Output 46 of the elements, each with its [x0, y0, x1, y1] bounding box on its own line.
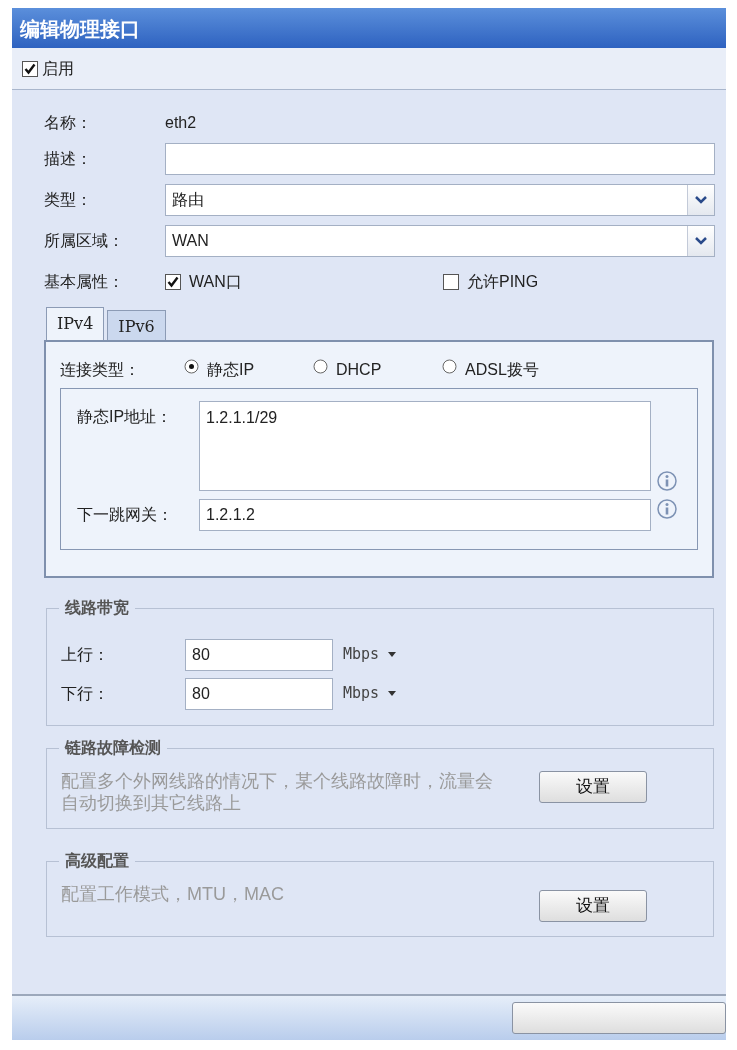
- info-icon[interactable]: [657, 471, 677, 491]
- footer-button[interactable]: [512, 1002, 726, 1034]
- window-title: 编辑物理接口: [12, 8, 726, 48]
- description-text: 配置工作模式，MTU，MAC: [61, 884, 285, 906]
- radio-label: DHCP: [336, 360, 382, 380]
- field-label: 静态IP地址：: [77, 407, 174, 427]
- checkbox[interactable]: [22, 60, 38, 77]
- unit-dropdown[interactable]: Mbps: [343, 682, 397, 705]
- field-label: 下一跳网关：: [77, 505, 174, 525]
- unit-dropdown[interactable]: Mbps: [343, 643, 397, 666]
- caret-icon: [388, 652, 397, 658]
- info-icon[interactable]: [657, 499, 677, 519]
- checkbox[interactable]: [443, 273, 459, 290]
- settings-button[interactable]: 设置: [539, 890, 647, 923]
- input-field[interactable]: 80: [185, 677, 333, 710]
- field-label: 描述：: [44, 148, 93, 169]
- field-label: 上行：: [61, 644, 110, 665]
- field-label: 连接类型：: [60, 360, 141, 380]
- text-area[interactable]: 1.2.1.1/29: [199, 401, 651, 491]
- dropdown[interactable]: 路由: [165, 183, 715, 216]
- chevron-down-icon: [695, 195, 707, 204]
- input-field[interactable]: [165, 142, 715, 175]
- description-text: 配置多个外网线路的情况下，某个线路故障时，流量会自动切换到其它线路上: [61, 771, 494, 815]
- dropdown[interactable]: WAN: [165, 224, 715, 257]
- field-value: eth2: [165, 113, 197, 133]
- checkbox[interactable]: [165, 273, 181, 290]
- radio-label: ADSL拨号: [465, 360, 539, 380]
- input-field[interactable]: 1.2.1.2: [199, 499, 651, 531]
- checkbox-label: 启用: [42, 58, 74, 79]
- radio-button[interactable]: [313, 358, 328, 374]
- caret-icon: [388, 691, 397, 697]
- tab[interactable]: IPv4: [46, 307, 105, 340]
- checkbox-label: WAN口: [189, 271, 242, 292]
- radio-label: 静态IP: [207, 360, 255, 380]
- field-label: 类型：: [44, 189, 93, 210]
- radio-button[interactable]: [184, 358, 199, 374]
- field-label: 下行：: [61, 683, 110, 704]
- field-label: 基本属性：: [44, 271, 125, 292]
- chevron-down-icon: [695, 236, 707, 245]
- radio-button[interactable]: [442, 358, 457, 374]
- field-label: 所属区域：: [44, 230, 125, 251]
- settings-button[interactable]: 设置: [539, 771, 647, 803]
- input-field[interactable]: 80: [185, 638, 333, 671]
- checkbox-label: 允许PING: [467, 271, 539, 292]
- tab[interactable]: IPv6: [107, 310, 166, 340]
- field-label: 名称：: [44, 113, 93, 133]
